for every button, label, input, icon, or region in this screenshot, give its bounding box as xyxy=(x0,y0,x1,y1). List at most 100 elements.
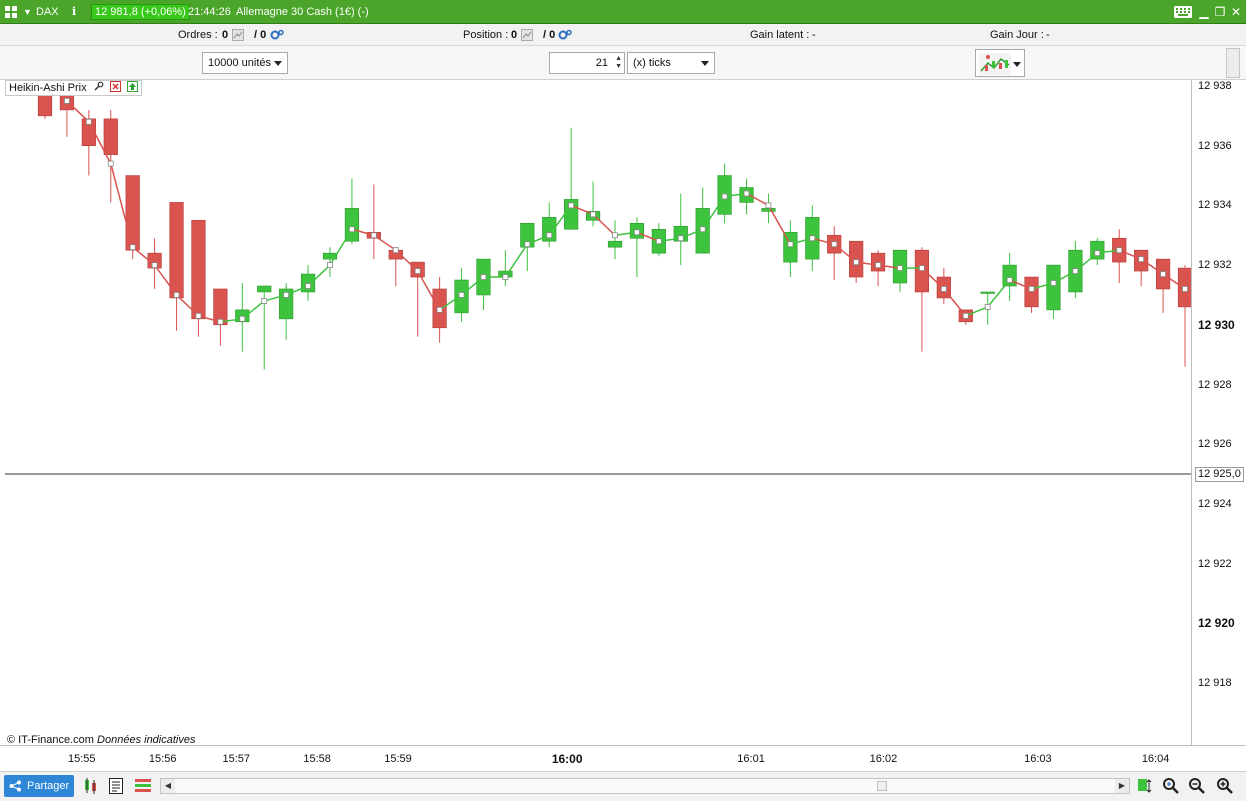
candle-down xyxy=(914,249,930,293)
candle-up xyxy=(1046,264,1061,311)
zoom-range-icon[interactable] xyxy=(1162,777,1180,795)
quantity-value: 10000 unités xyxy=(208,57,271,69)
candle-down xyxy=(191,220,206,320)
keyboard-icon[interactable] xyxy=(1174,6,1192,18)
trend-line-segment xyxy=(373,234,397,251)
x-tick-label: 15:59 xyxy=(384,753,412,765)
orders-chart-icon[interactable] xyxy=(232,29,244,41)
restore-icon[interactable]: ❐ xyxy=(1212,5,1228,19)
tick-unit-select[interactable]: (x) ticks xyxy=(627,52,715,74)
close-icon[interactable]: ✕ xyxy=(1228,5,1244,19)
chart-plot-area[interactable] xyxy=(5,80,1191,745)
zoom-in-icon[interactable] xyxy=(1216,777,1234,795)
y-tick-label: 12 920 xyxy=(1198,616,1235,631)
scroll-left-icon[interactable]: ◀ xyxy=(161,779,175,793)
trend-line-segment xyxy=(943,288,967,317)
indicators-icon[interactable] xyxy=(134,777,152,795)
account-info-bar: Ordres : 0 / 0 Position : 0 / 0 Gain lat… xyxy=(0,24,1246,46)
indicator-name: Heikin-Ashi Prix xyxy=(9,82,87,94)
scroll-right-icon[interactable]: ▶ xyxy=(1115,779,1129,793)
chevron-down-icon[interactable]: ▼ xyxy=(23,4,32,20)
orders-value: 0 xyxy=(222,29,229,41)
time-axis[interactable]: 15:55 15:56 15:57 15:58 15:59 16:00 16:01 16:02… xyxy=(0,745,1246,771)
trend-point xyxy=(590,211,596,218)
trend-line-segment xyxy=(504,243,528,278)
gear-icon[interactable] xyxy=(270,29,284,41)
close-red-icon[interactable] xyxy=(109,81,121,92)
trend-point xyxy=(721,193,728,200)
position-value: 0 xyxy=(511,29,518,41)
gain-latent-label: Gain latent : xyxy=(750,29,810,41)
trend-point xyxy=(546,232,553,239)
chevron-down-icon xyxy=(1013,62,1021,67)
chart-type-button[interactable] xyxy=(975,49,1025,77)
stepper-arrows-icon[interactable]: ▲ ▼ xyxy=(615,55,622,71)
trend-line-segment xyxy=(767,205,792,245)
zoom-fit-icon[interactable] xyxy=(1137,777,1155,795)
candle-tool-icon[interactable] xyxy=(81,777,99,795)
candle-up xyxy=(607,240,623,248)
chart-toolbar: 10000 unités 21 ▲ ▼ (x) ticks xyxy=(0,46,1246,80)
toolbar-scrollbar[interactable] xyxy=(1226,48,1240,78)
zoom-out-icon[interactable] xyxy=(1188,777,1206,795)
price-axis[interactable]: 12 918 12 920 12 922 12 924 12 926 12 928 12 9… xyxy=(1192,80,1246,745)
trend-point xyxy=(831,241,838,248)
trend-point xyxy=(217,318,224,325)
grid-icon[interactable] xyxy=(5,6,17,18)
sheet-icon[interactable] xyxy=(107,777,125,795)
arrow-up-green-icon[interactable] xyxy=(126,81,138,92)
candle-up xyxy=(300,273,316,293)
trend-point xyxy=(787,241,794,248)
position-label: Position : xyxy=(463,29,509,41)
tick-count-value: 21 xyxy=(595,57,608,69)
tick-unit-value: (x) ticks xyxy=(633,57,671,69)
clock-time: 21:44:26 xyxy=(188,6,231,18)
trend-point xyxy=(261,298,268,304)
trend-point xyxy=(568,202,575,209)
candle-down xyxy=(1024,276,1039,308)
heikin-ashi-chart[interactable] xyxy=(5,80,1191,745)
trend-point xyxy=(195,312,202,319)
trend-point xyxy=(1160,271,1166,277)
trend-point xyxy=(1116,247,1123,254)
scroll-thumb[interactable] xyxy=(877,781,887,791)
position-total: / 0 xyxy=(543,29,556,41)
candle-down xyxy=(169,202,184,299)
trend-point xyxy=(919,265,925,271)
trend-line-segment xyxy=(395,249,419,272)
trend-point xyxy=(349,226,355,233)
candle-up xyxy=(761,208,776,212)
y-tick-label: 12 932 xyxy=(1198,259,1232,272)
quantity-select[interactable]: 10000 unités xyxy=(202,52,288,74)
trend-point xyxy=(1050,280,1057,286)
trend-point xyxy=(655,238,662,245)
symbol-label[interactable]: DAX xyxy=(36,4,59,20)
trend-point xyxy=(1094,250,1101,257)
bottom-bar: Partager ◀ ▶ xyxy=(0,771,1246,801)
x-tick-label: 15:55 xyxy=(68,753,96,765)
trend-point xyxy=(107,160,114,167)
chevron-down-icon xyxy=(701,61,709,66)
wrench-icon[interactable] xyxy=(93,81,104,92)
horizontal-scrollbar[interactable]: ◀ ▶ xyxy=(160,778,1130,794)
info-icon[interactable]: i xyxy=(72,4,76,20)
gain-latent-value: - xyxy=(812,29,816,41)
y-tick-label: 12 930 xyxy=(1198,317,1235,332)
share-button[interactable]: Partager xyxy=(4,775,74,797)
x-tick-label: 16:02 xyxy=(869,753,898,765)
trend-point xyxy=(1006,277,1013,283)
indicator-legend[interactable]: Heikin-Ashi Prix xyxy=(5,80,142,96)
candle-down xyxy=(870,252,886,272)
position-chart-icon[interactable] xyxy=(521,29,533,41)
gear-icon[interactable] xyxy=(558,29,572,41)
orders-total: / 0 xyxy=(254,29,267,41)
y-tick-label: 12 928 xyxy=(1198,378,1232,391)
x-tick-label: 15:58 xyxy=(303,753,331,765)
trend-point xyxy=(809,235,816,242)
x-tick-label: 15:56 xyxy=(148,753,177,765)
minimize-icon[interactable]: ▁ xyxy=(1196,5,1212,19)
tick-count-stepper[interactable]: 21 ▲ ▼ xyxy=(549,52,625,74)
y-tick-label: 12 934 xyxy=(1198,199,1232,212)
chevron-down-icon xyxy=(274,61,282,66)
trend-point xyxy=(1138,256,1145,263)
